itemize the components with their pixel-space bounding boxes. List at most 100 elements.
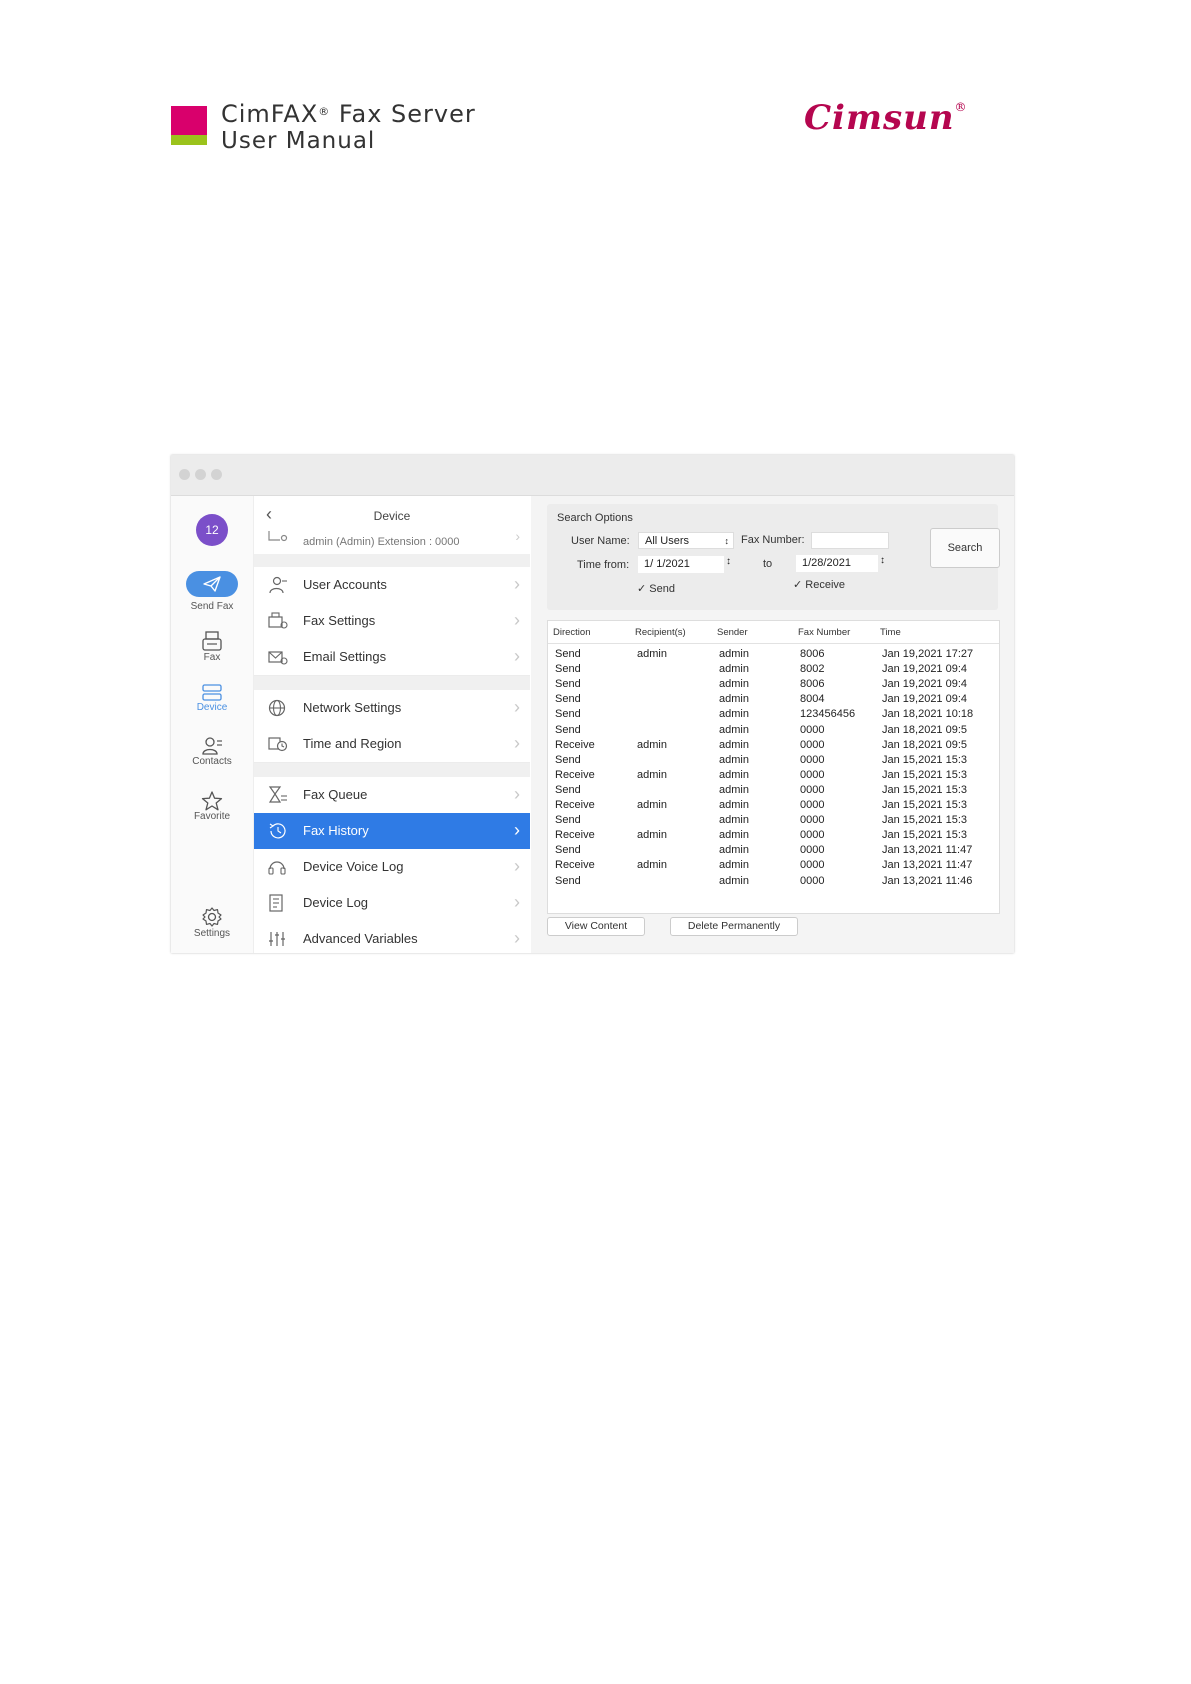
table-row[interactable]: Send admin 0000 Jan 13,2021 11:46	[548, 875, 999, 891]
table-cell: admin	[719, 678, 749, 691]
menu-item-fax-settings[interactable]: Fax Settings ›	[254, 603, 530, 640]
menu-item-user-accounts[interactable]: User Accounts ›	[254, 567, 530, 604]
table-cell: Send	[555, 814, 581, 827]
fax-number-input[interactable]	[811, 532, 889, 549]
menu-item-network-settings[interactable]: Network Settings ›	[254, 690, 530, 727]
account-icon	[268, 531, 288, 542]
rail-item-favorite[interactable]: Favorite	[171, 791, 253, 822]
time-to-stepper-icon[interactable]: ↕	[880, 555, 885, 566]
table-cell: Send	[555, 783, 581, 796]
table-cell: Receive	[555, 829, 595, 842]
menu-item-advanced-variables[interactable]: Advanced Variables ›	[254, 921, 530, 953]
menu-item-device-voice-log[interactable]: Device Voice Log ›	[254, 849, 530, 886]
menu-item-label: Network Settings	[303, 700, 402, 715]
menu-item-time-and-region[interactable]: Time and Region ›	[254, 726, 530, 763]
table-cell: admin	[637, 859, 667, 872]
column-header[interactable]: Direction	[553, 627, 591, 638]
paper-plane-icon	[203, 576, 221, 592]
fax-machine-icon	[202, 631, 222, 651]
menu-item-fax-queue[interactable]: Fax Queue ›	[254, 777, 530, 814]
table-cell: admin	[719, 708, 749, 721]
table-cell: admin	[719, 829, 749, 842]
table-cell: Receive	[555, 799, 595, 811]
table-row[interactable]: Receive admin admin 0000 Jan 15,2021 15:3	[548, 829, 999, 845]
registered-mark: ®	[318, 105, 331, 118]
rail-label: Contacts	[192, 756, 232, 767]
table-cell: admin	[719, 874, 749, 887]
table-cell: admin	[637, 768, 667, 781]
table-cell: 0000	[800, 799, 825, 811]
device-menu-header: ‹ Device admin (Admin) Extension : 0000 …	[254, 496, 530, 554]
table-row[interactable]: Send admin 0000 Jan 13,2021 11:47	[548, 844, 999, 860]
time-from-stepper-icon[interactable]: ↕	[726, 556, 731, 567]
column-header[interactable]: Fax Number	[798, 627, 850, 638]
table-row[interactable]: Send admin 8002 Jan 19,2021 09:4	[548, 663, 999, 679]
menu-item-fax-history[interactable]: Fax History ›	[254, 813, 530, 850]
table-row[interactable]: Send admin 8004 Jan 19,2021 09:4	[548, 693, 999, 709]
table-row[interactable]: Send admin 8006 Jan 19,2021 09:4	[548, 678, 999, 694]
chevron-right-icon: ›	[514, 820, 520, 840]
time-to-field[interactable]: 1/28/2021	[796, 555, 878, 572]
table-cell: Jan 19,2021 17:27	[882, 648, 974, 660]
table-row[interactable]: Send admin 0000 Jan 15,2021 15:3	[548, 814, 999, 830]
table-cell: 0000	[800, 844, 825, 857]
user-name-label: User Name:	[571, 535, 630, 547]
chevron-right-icon: ›	[514, 574, 520, 594]
star-icon	[201, 791, 223, 811]
time-from-field[interactable]: 1/ 1/2021	[638, 556, 724, 573]
menu-item-label: Device Log	[303, 895, 369, 910]
send-fax-pill[interactable]	[186, 571, 238, 597]
log-icon	[269, 894, 283, 912]
table-cell: admin	[719, 799, 749, 811]
headset-icon	[268, 861, 286, 875]
cimsun-brand-logo: Cimsun®	[804, 98, 968, 138]
table-cell: 8006	[800, 648, 825, 660]
table-cell: 0000	[800, 859, 825, 872]
table-cell: admin	[719, 753, 749, 766]
table-row[interactable]: Receive admin admin 0000 Jan 18,2021 09:5	[548, 739, 999, 755]
table-row[interactable]: Send admin 0000 Jan 18,2021 09:5	[548, 724, 999, 740]
menu-item-label: Fax History	[303, 823, 369, 838]
rail-item-fax[interactable]: Fax	[171, 630, 253, 663]
window-close-button[interactable]	[179, 469, 190, 480]
rail-item-device[interactable]: Device	[171, 684, 253, 713]
table-cell: Jan 15,2021 15:3	[882, 799, 968, 811]
window-zoom-button[interactable]	[211, 469, 222, 480]
table-row[interactable]: Receive admin admin 0000 Jan 15,2021 15:3	[548, 769, 999, 785]
menu-item-label: Email Settings	[303, 649, 387, 664]
user-avatar-badge[interactable]: 12	[196, 514, 228, 546]
window-minimize-button[interactable]	[195, 469, 206, 480]
table-row[interactable]: Send admin admin 8006 Jan 19,2021 17:27	[548, 648, 999, 664]
chevron-right-icon: ›	[514, 646, 520, 666]
time-from-label: Time from:	[577, 559, 630, 571]
menu-item-device-log[interactable]: Device Log ›	[254, 885, 530, 922]
table-row[interactable]: Send admin 0000 Jan 15,2021 15:3	[548, 754, 999, 770]
clock-icon	[268, 737, 288, 752]
table-row[interactable]: Send admin 123456456 Jan 18,2021 10:18	[548, 708, 999, 724]
column-header[interactable]: Recipient(s)	[635, 627, 686, 638]
column-header[interactable]: Time	[880, 627, 901, 638]
email-settings-icon	[268, 651, 288, 665]
menu-item-email-settings[interactable]: Email Settings ›	[254, 639, 530, 676]
search-button[interactable]: Search	[930, 528, 1000, 568]
table-row[interactable]: Receive admin admin 0000 Jan 15,2021 15:3	[548, 799, 999, 815]
rail-item-settings[interactable]: Settings	[171, 906, 253, 939]
table-row[interactable]: Send admin 0000 Jan 15,2021 15:3	[548, 784, 999, 800]
view-content-button[interactable]: View Content	[547, 917, 645, 936]
send-checkbox-label: Send	[649, 583, 675, 595]
delete-permanently-button[interactable]: Delete Permanently	[670, 917, 798, 936]
send-checkbox[interactable]: ✓ Send	[637, 582, 675, 595]
rail-item-send-fax[interactable]: Send Fax	[171, 571, 253, 612]
product-name: CimFAX	[221, 100, 319, 128]
column-header[interactable]: Sender	[717, 627, 748, 638]
rail-label: Fax	[203, 652, 221, 663]
receive-checkbox[interactable]: ✓ Receive	[793, 578, 845, 591]
table-cell: admin	[719, 783, 749, 796]
table-cell: Jan 19,2021 09:4	[882, 678, 968, 691]
rail-item-contacts[interactable]: Contacts	[171, 736, 253, 767]
table-row[interactable]: Receive admin admin 0000 Jan 13,2021 11:47	[548, 859, 999, 875]
logo-magenta-block	[171, 106, 207, 135]
user-name-select[interactable]: All Users ↕	[638, 532, 734, 549]
search-options-box: Search Options User Name: All Users ↕ Fa…	[547, 504, 1000, 610]
table-cell: 0000	[800, 874, 825, 887]
